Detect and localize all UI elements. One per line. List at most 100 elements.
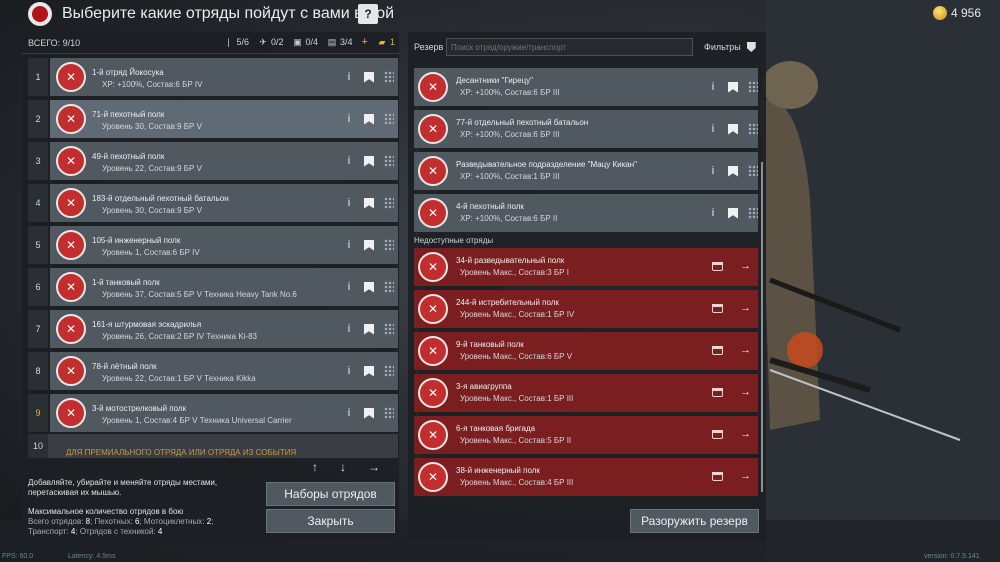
squad-details: XP: +100%, Состав:1 БР III xyxy=(460,172,560,181)
bookmark-icon[interactable] xyxy=(364,155,374,167)
squad-actions: i xyxy=(344,365,394,377)
bookmark-icon[interactable] xyxy=(364,407,374,419)
move-up-icon[interactable]: ↑ xyxy=(312,460,318,474)
reserve-row[interactable]: ✕ 4-й пехотный полк XP: +100%, Состав:6 … xyxy=(414,194,758,232)
squad-details: Уровень Макс., Состав:4 БР III xyxy=(460,478,574,487)
disarm-reserve-button[interactable]: Разоружить резерв xyxy=(630,509,759,533)
premium-counter: ▰ 1 xyxy=(378,37,395,47)
drag-handle-icon[interactable] xyxy=(384,239,394,251)
squad-row[interactable]: 4 ✕ 183-й отдельный пехотный батальон Ур… xyxy=(28,184,398,222)
reserve-row[interactable]: ✕ 77-й отдельный пехотный батальон XP: +… xyxy=(414,110,758,148)
shop-basket-icon[interactable] xyxy=(712,262,723,271)
squad-emblem-icon: ✕ xyxy=(418,294,448,324)
info-icon[interactable]: i xyxy=(708,123,718,135)
shop-basket-icon[interactable] xyxy=(712,472,723,481)
locked-squad-row[interactable]: ✕ 38-й инженерный полк Уровень Макс., Со… xyxy=(414,458,758,496)
squad-row[interactable]: 2 ✕ 71-й пехотный полк Уровень 30, Соста… xyxy=(28,100,398,138)
info-icon[interactable]: i xyxy=(344,281,354,293)
arrow-right-icon[interactable]: → xyxy=(740,302,751,314)
bookmark-icon[interactable] xyxy=(364,323,374,335)
squad-actions: i xyxy=(344,113,394,125)
help-button[interactable]: ? xyxy=(358,4,378,24)
squad-presets-button[interactable]: Наборы отрядов xyxy=(266,482,395,506)
reserve-search-input[interactable] xyxy=(446,38,693,56)
shop-basket-icon[interactable] xyxy=(712,430,723,439)
squad-emblem-icon: ✕ xyxy=(56,230,86,260)
squad-row[interactable]: 3 ✕ 49-й пехотный полк Уровень 22, Соста… xyxy=(28,142,398,180)
bookmark-icon[interactable] xyxy=(728,123,738,135)
drag-handle-icon[interactable] xyxy=(384,197,394,209)
arrow-right-icon[interactable]: → xyxy=(740,260,751,272)
drag-handle-icon[interactable] xyxy=(384,365,394,377)
squad-row[interactable]: 8 ✕ 78-й лётный полк Уровень 22, Состав:… xyxy=(28,352,398,390)
squad-row[interactable]: 1 ✕ 1-й отряд Йокосука XP: +100%, Состав… xyxy=(28,58,398,96)
bookmark-icon[interactable] xyxy=(728,207,738,219)
exit-button[interactable] xyxy=(28,2,52,26)
move-down-icon[interactable]: ↓ xyxy=(340,460,346,474)
drag-handle-icon[interactable] xyxy=(384,71,394,83)
info-icon[interactable]: i xyxy=(344,71,354,83)
squad-emblem-icon: ✕ xyxy=(418,72,448,102)
bookmark-icon[interactable] xyxy=(364,71,374,83)
filters-button[interactable]: Фильтры xyxy=(704,42,756,52)
drag-handle-icon[interactable] xyxy=(748,165,758,177)
locked-squad-row[interactable]: ✕ 244-й истребительный полк Уровень Макс… xyxy=(414,290,758,328)
reserve-label: Резерв xyxy=(414,42,444,52)
squad-limits: Всего отрядов: 8; Пехотных: 6; Мотоцикле… xyxy=(28,517,214,526)
drag-handle-icon[interactable] xyxy=(384,281,394,293)
info-icon[interactable]: i xyxy=(344,407,354,419)
squad-emblem-icon: ✕ xyxy=(56,398,86,428)
squad-row[interactable]: 9 ✕ 3-й мотострелковый полк Уровень 1, С… xyxy=(28,394,398,432)
squad-row[interactable]: 5 ✕ 105-й инженерный полк Уровень 1, Сос… xyxy=(28,226,398,264)
rifle-icon: | xyxy=(227,37,230,47)
drag-handle-icon[interactable] xyxy=(384,113,394,125)
bookmark-icon[interactable] xyxy=(364,113,374,125)
info-icon[interactable]: i xyxy=(344,239,354,251)
squad-row[interactable]: 7 ✕ 161-я штурмовая эскадрилья Уровень 2… xyxy=(28,310,398,348)
drag-handle-icon[interactable] xyxy=(748,207,758,219)
reserve-row[interactable]: ✕ Десантники "Гирецу" XP: +100%, Состав:… xyxy=(414,68,758,106)
arrow-right-icon[interactable]: → xyxy=(740,344,751,356)
move-right-icon[interactable]: → xyxy=(368,460,380,474)
arrow-right-icon[interactable]: → xyxy=(740,428,751,440)
locked-squad-row[interactable]: ✕ 34-й разведывательный полк Уровень Мак… xyxy=(414,248,758,286)
squad-name: 71-й пехотный полк xyxy=(92,110,165,119)
bookmark-icon[interactable] xyxy=(364,197,374,209)
arrow-right-icon[interactable]: → xyxy=(740,470,751,482)
bookmark-icon[interactable] xyxy=(364,281,374,293)
arrow-right-icon[interactable]: → xyxy=(740,386,751,398)
info-icon[interactable]: i xyxy=(344,365,354,377)
bookmark-icon[interactable] xyxy=(364,365,374,377)
drag-handle-icon[interactable] xyxy=(384,407,394,419)
drag-handle-icon[interactable] xyxy=(384,323,394,335)
shop-basket-icon[interactable] xyxy=(712,304,723,313)
info-icon[interactable]: i xyxy=(344,113,354,125)
info-icon[interactable]: i xyxy=(708,207,718,219)
shop-basket-icon[interactable] xyxy=(712,388,723,397)
squad-name: 183-й отдельный пехотный батальон xyxy=(92,194,229,203)
drag-handle-icon[interactable] xyxy=(748,123,758,135)
bookmark-icon[interactable] xyxy=(364,239,374,251)
info-icon[interactable]: i xyxy=(708,81,718,93)
drag-handle-icon[interactable] xyxy=(748,81,758,93)
shop-basket-icon[interactable] xyxy=(712,346,723,355)
reserve-row[interactable]: ✕ Разведывательное подразделение "Мацу К… xyxy=(414,152,758,190)
squad-details: Уровень 22, Состав:9 БР V xyxy=(102,164,202,173)
locked-squad-row[interactable]: ✕ 3-я авиагруппа Уровень Макс., Состав:1… xyxy=(414,374,758,412)
drag-handle-icon[interactable] xyxy=(384,155,394,167)
squad-name: Разведывательное подразделение "Мацу Кик… xyxy=(456,160,637,169)
premium-slot-row[interactable]: 10 ДЛЯ ПРЕМИАЛЬНОГО ОТРЯДА ИЛИ ОТРЯДА ИЗ… xyxy=(28,434,398,458)
squad-row[interactable]: 6 ✕ 1-й танковый полк Уровень 37, Состав… xyxy=(28,268,398,306)
bookmark-icon[interactable] xyxy=(728,81,738,93)
close-button[interactable]: Закрыть xyxy=(266,509,395,533)
info-icon[interactable]: i xyxy=(344,323,354,335)
info-icon[interactable]: i xyxy=(344,155,354,167)
reserve-scrollbar[interactable] xyxy=(761,162,763,492)
info-icon[interactable]: i xyxy=(344,197,354,209)
squad-emblem-icon: ✕ xyxy=(418,198,448,228)
bookmark-icon[interactable] xyxy=(728,165,738,177)
locked-squad-row[interactable]: ✕ 6-я танковая бригада Уровень Макс., Со… xyxy=(414,416,758,454)
locked-squad-row[interactable]: ✕ 9-й танковый полк Уровень Макс., Соста… xyxy=(414,332,758,370)
info-icon[interactable]: i xyxy=(708,165,718,177)
squad-actions: i xyxy=(344,281,394,293)
